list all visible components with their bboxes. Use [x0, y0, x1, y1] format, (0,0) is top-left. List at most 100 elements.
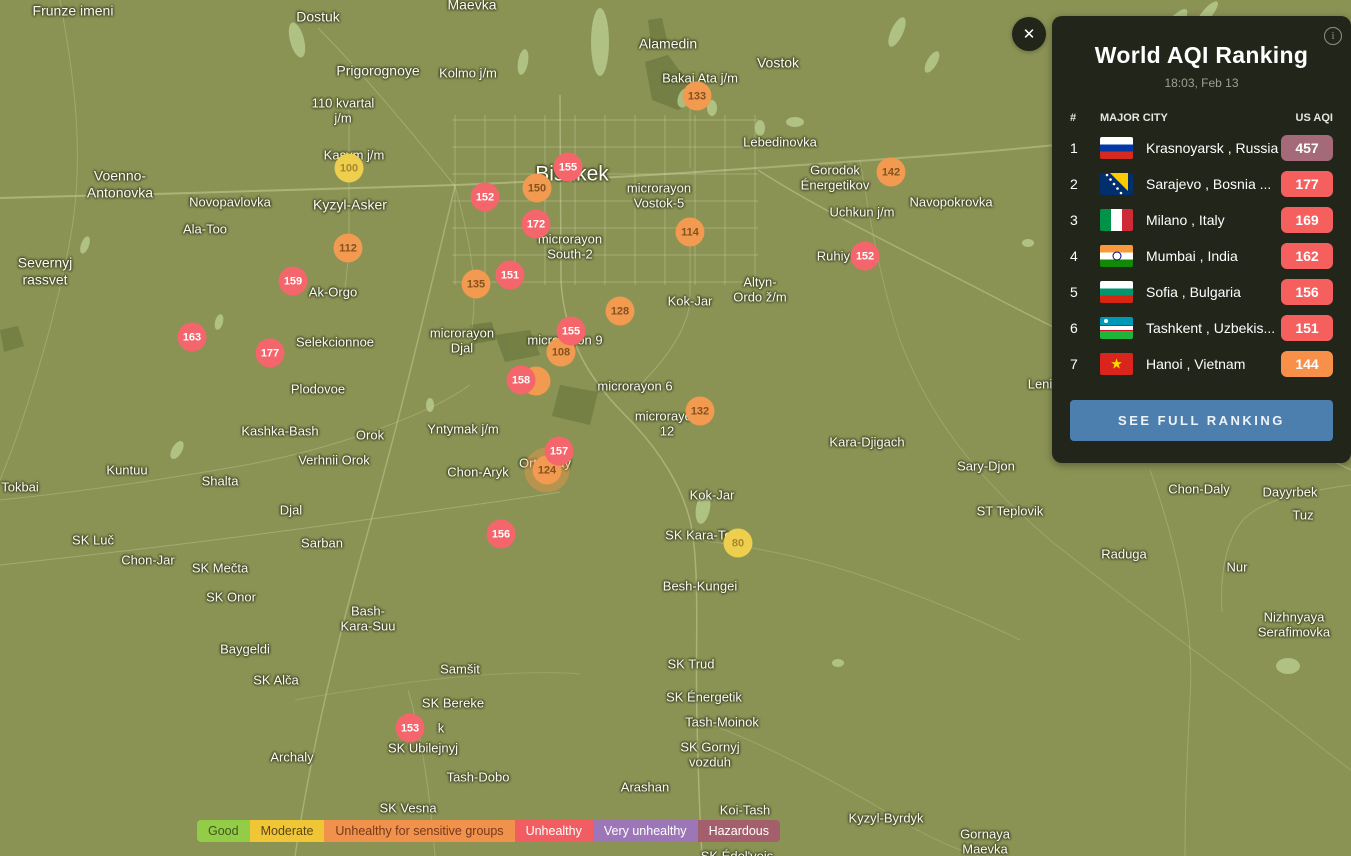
ranking-row[interactable]: 4 Mumbai , India 162	[1070, 238, 1333, 274]
map-place-label: SK Luč	[72, 532, 114, 547]
map-place-label: Dostuk	[296, 9, 340, 26]
aqi-marker[interactable]: 163	[178, 323, 207, 352]
map-place-label: Ak-Orgo	[309, 284, 357, 299]
ranking-rank: 1	[1070, 140, 1100, 156]
legend-moderate: Moderate	[250, 820, 325, 842]
map-place-label: Chon-Aryk	[447, 464, 508, 479]
map-place-label: Kyzyl-Byrdyk	[848, 810, 923, 825]
map-place-label: Nur	[1227, 559, 1248, 574]
map-place-label: microrayon Vostok-5	[627, 181, 691, 212]
aqi-marker[interactable]: 100	[335, 154, 364, 183]
legend-unhealthy-for-sensitive-groups: Unhealthy for sensitive groups	[324, 820, 514, 842]
aqi-marker[interactable]: 177	[256, 339, 285, 368]
map-place-label: Altyn- Ordo ž/m	[733, 275, 786, 306]
vietnam-flag: ★	[1100, 353, 1133, 375]
map-place-label: Kashka-Bash	[241, 423, 318, 438]
map-place-label: k	[438, 720, 445, 735]
map-place-label: SK Énergetik	[666, 689, 742, 704]
map-place-label: Prigorognoye	[336, 63, 419, 80]
map-place-label: SK Onor	[206, 589, 256, 604]
aqi-marker[interactable]: 112	[334, 234, 363, 263]
map-place-label: SK Trud	[668, 656, 715, 671]
aqi-badge: 162	[1281, 243, 1333, 269]
aqi-marker[interactable]: 152	[471, 183, 500, 212]
map-place-label: SK Bereke	[422, 695, 484, 710]
panel-title: World AQI Ranking	[1070, 42, 1333, 69]
map-place-label: SK Gornyj vozduh	[680, 740, 739, 771]
aqi-marker[interactable]: 135	[462, 270, 491, 299]
aqi-marker[interactable]: 151	[496, 261, 525, 290]
ranking-rank: 2	[1070, 176, 1100, 192]
ranking-row[interactable]: 7 ★ Hanoi , Vietnam 144	[1070, 346, 1333, 382]
aqi-legend: GoodModerateUnhealthy for sensitive grou…	[197, 820, 780, 842]
map-place-label: Sarban	[301, 535, 343, 550]
map-place-label: Bash- Kara-Suu	[341, 604, 396, 635]
ranking-row[interactable]: 6 Tashkent , Uzbekis... 151	[1070, 310, 1333, 346]
aqi-marker[interactable]: 152	[851, 242, 880, 271]
map-place-label: Severnyj rassvet	[18, 254, 72, 287]
legend-very-unhealthy: Very unhealthy	[593, 820, 698, 842]
ranking-city: Hanoi , Vietnam	[1146, 356, 1281, 372]
ranking-row[interactable]: 3 Milano , Italy 169	[1070, 202, 1333, 238]
column-aqi: US AQI	[1296, 112, 1334, 124]
aqi-badge: 169	[1281, 207, 1333, 233]
ranking-rank: 4	[1070, 248, 1100, 264]
map-place-label: Kuntuu	[106, 462, 147, 477]
aqi-marker[interactable]: 153	[396, 714, 425, 743]
aqi-badge: 151	[1281, 315, 1333, 341]
aqi-marker[interactable]: 155	[554, 153, 583, 182]
map-place-label: 110 kvartal j/m	[312, 96, 375, 127]
map-place-label: Chon-Jar	[121, 552, 174, 567]
map-place-label: SK Mečta	[192, 560, 248, 575]
map-place-label: Chon-Daly	[1168, 481, 1229, 496]
ranking-table-header: # MAJOR CITY US AQI	[1070, 112, 1333, 124]
aqi-marker[interactable]: 133	[683, 82, 712, 111]
map-place-label: SK Édel'vejs	[701, 848, 774, 856]
map-place-label: Djal	[280, 502, 302, 517]
aqi-marker[interactable]: 114	[676, 218, 705, 247]
aqi-marker[interactable]: 132	[686, 397, 715, 426]
ranking-rank: 7	[1070, 356, 1100, 372]
uzbekistan-flag	[1100, 317, 1133, 339]
ranking-city: Milano , Italy	[1146, 212, 1281, 228]
map-place-label: Ala-Too	[183, 221, 227, 236]
map-place-label: SK Vesna	[379, 800, 436, 815]
map-place-label: Kara-Djigach	[829, 434, 904, 449]
india-flag	[1100, 245, 1133, 267]
bulgaria-flag	[1100, 281, 1133, 303]
map-place-label: Tash-Moinok	[685, 714, 759, 729]
aqi-marker[interactable]: 158	[507, 366, 536, 395]
italy-flag	[1100, 209, 1133, 231]
map-place-label: microrayon Djal	[430, 326, 494, 357]
russia-flag	[1100, 137, 1133, 159]
aqi-marker[interactable]: 172	[522, 210, 551, 239]
aqi-marker[interactable]: 157	[545, 437, 574, 466]
map-place-label: Gornaya Maevka	[960, 827, 1010, 856]
aqi-marker[interactable]: 156	[487, 520, 516, 549]
ranking-row[interactable]: 2 Sarajevo , Bosnia ... 177	[1070, 166, 1333, 202]
aqi-marker[interactable]: 150	[523, 174, 552, 203]
aqi-marker[interactable]: 159	[279, 267, 308, 296]
map-place-label: Navopokrovka	[909, 194, 992, 209]
aqi-marker[interactable]: 80	[724, 529, 753, 558]
info-icon[interactable]: i	[1324, 27, 1342, 45]
map-place-label: Vostok	[757, 55, 799, 72]
aqi-marker[interactable]: 155	[557, 317, 586, 346]
map-place-label: Novopavlovka	[189, 194, 271, 209]
map-place-label: Tuz	[1292, 507, 1313, 522]
map-place-label: Maevka	[447, 0, 496, 13]
column-city: MAJOR CITY	[1100, 112, 1296, 124]
aqi-map-screen: Frunze imeniDostukMaevkaAlamedinVostokBa…	[0, 0, 1351, 856]
ranking-rank: 5	[1070, 284, 1100, 300]
ranking-city: Krasnoyarsk , Russia	[1146, 140, 1281, 156]
ranking-row[interactable]: 5 Sofia , Bulgaria 156	[1070, 274, 1333, 310]
map-place-label: Uchkun j/m	[829, 204, 894, 219]
map-place-label: Kolmo j/m	[439, 65, 497, 80]
aqi-marker[interactable]: 142	[877, 158, 906, 187]
map-place-label: Koi-Tash	[720, 802, 771, 817]
ranking-row[interactable]: 1 Krasnoyarsk , Russia 457	[1070, 130, 1333, 166]
close-panel-button[interactable]: ✕	[1012, 17, 1046, 51]
aqi-marker[interactable]: 128	[606, 297, 635, 326]
map-place-label: ST Teplovik	[977, 503, 1044, 518]
see-full-ranking-button[interactable]: SEE FULL RANKING	[1070, 400, 1333, 441]
